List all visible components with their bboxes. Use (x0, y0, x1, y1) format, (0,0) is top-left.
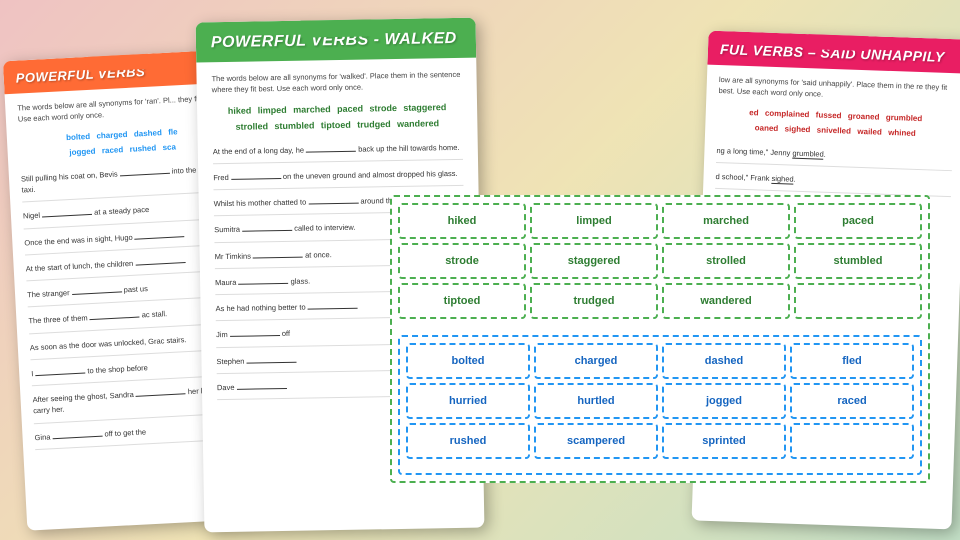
word-cell-staggered[interactable]: staggered (530, 243, 658, 279)
word-cell-paced[interactable]: paced (794, 203, 922, 239)
card-ran-instruction: The words below are all synonyms for 'ra… (17, 93, 224, 125)
card-said-title: FUL VERBS – SAID UNHAPPILY (720, 41, 956, 65)
word-cell-hurtled[interactable]: hurtled (534, 383, 658, 419)
word-cell-limped[interactable]: limped (530, 203, 658, 239)
word-cell-charged[interactable]: charged (534, 343, 658, 379)
card-walked-header: POWERFUL VERBS - WALKED (196, 18, 477, 63)
word-cell-hurried[interactable]: hurried (406, 383, 530, 419)
word-cell-strode[interactable]: strode (398, 243, 526, 279)
walked-sentence-2: Fred on the uneven ground and almost dro… (213, 168, 463, 191)
word-cell-trudged[interactable]: trudged (530, 283, 658, 319)
word-cell-bolted[interactable]: bolted (406, 343, 530, 379)
word-cell-raced[interactable]: raced (790, 383, 914, 419)
card-ran-title: POWERFUL VERBS (15, 60, 222, 86)
card-ran-wordbank: bolted charged dashed fle jogged raced r… (19, 122, 226, 164)
walked-word-grid: hiked limped marched paced strode stagge… (398, 203, 922, 319)
word-cell-sprinted[interactable]: sprinted (662, 423, 786, 459)
word-cell-dashed[interactable]: dashed (662, 343, 786, 379)
card-walked-wordbank: hiked limped marched paced strode stagge… (212, 99, 463, 136)
word-cell-marched[interactable]: marched (662, 203, 790, 239)
word-cell-scampered[interactable]: scampered (534, 423, 658, 459)
word-cell-stumbled[interactable]: stumbled (794, 243, 922, 279)
card-said-instruction: low are all synonyms for 'said unhappily… (718, 75, 955, 104)
word-cell-strolled[interactable]: strolled (662, 243, 790, 279)
card-said-body: low are all synonyms for 'said unhappily… (702, 65, 960, 216)
word-cell-rushed[interactable]: rushed (406, 423, 530, 459)
card-said-wordbank: ed complained fussed groaned grumbled oa… (717, 104, 954, 143)
grid-separator (398, 327, 922, 335)
walked-sentence-1: At the end of a long day, he back up the… (213, 141, 463, 164)
ran-word-grid: bolted charged dashed fled hurried hurtl… (406, 343, 914, 459)
page-container: POWERFUL VERBS The words below are all s… (0, 0, 960, 540)
card-walked-title: POWERFUL VERBS - WALKED (211, 30, 461, 52)
ran-word-grid-container: bolted charged dashed fled hurried hurtl… (398, 335, 922, 475)
word-cell-wandered[interactable]: wandered (662, 283, 790, 319)
said-sentence-1: ng a long time," Jenny grumbled. (716, 145, 952, 171)
word-cell-empty-2 (790, 423, 914, 459)
word-cell-hiked[interactable]: hiked (398, 203, 526, 239)
word-cell-tiptoed[interactable]: tiptoed (398, 283, 526, 319)
word-cell-fled[interactable]: fled (790, 343, 914, 379)
sentence-1: Still pulling his coat on, Bevis into th… (21, 163, 228, 203)
said-sentence-2: d school," Frank sighed. (715, 171, 951, 197)
word-grid-overlay: hiked limped marched paced strode stagge… (390, 195, 930, 483)
word-cell-jogged[interactable]: jogged (662, 383, 786, 419)
card-walked-instruction: The words below are all synonyms for 'wa… (211, 70, 461, 95)
word-cell-empty-1 (794, 283, 922, 319)
